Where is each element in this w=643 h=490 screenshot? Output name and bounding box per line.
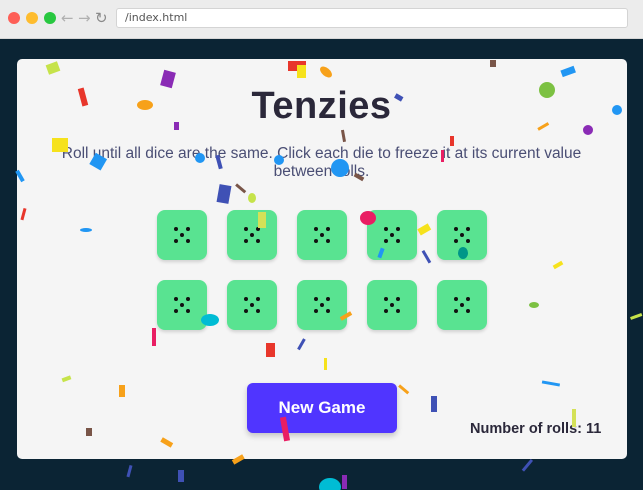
die[interactable] (157, 210, 207, 260)
new-game-button[interactable]: New Game (247, 383, 397, 433)
die-pip (174, 309, 178, 313)
die-pip (256, 239, 260, 243)
die-pip (390, 303, 394, 307)
die-pip (396, 239, 400, 243)
game-instructions: Roll until all dice are the same. Click … (61, 145, 582, 180)
die-pip (320, 303, 324, 307)
die-pip (186, 227, 190, 231)
confetti-piece (521, 458, 534, 472)
die[interactable] (367, 280, 417, 330)
die[interactable] (437, 280, 487, 330)
die-pip (466, 227, 470, 231)
die-pip (460, 303, 464, 307)
die-pip (384, 227, 388, 231)
die[interactable] (157, 280, 207, 330)
die-pip (256, 297, 260, 301)
die-pip (256, 309, 260, 313)
die[interactable] (227, 210, 277, 260)
die-pip (454, 309, 458, 313)
die-pip (244, 227, 248, 231)
die-pip (186, 309, 190, 313)
close-window-icon[interactable] (8, 12, 20, 24)
die-pip (390, 233, 394, 237)
die-pip (174, 297, 178, 301)
reload-icon[interactable]: ↻ (95, 9, 108, 27)
browser-toolbar: ← → ↻ /index.html (0, 0, 643, 39)
die-pip (384, 297, 388, 301)
address-bar[interactable]: /index.html (116, 8, 628, 28)
confetti-piece (630, 313, 643, 320)
die-pip (180, 233, 184, 237)
roll-counter: Number of rolls: 11 (470, 421, 602, 437)
confetti-piece (126, 464, 133, 478)
die-pip (314, 309, 318, 313)
die-pip (320, 233, 324, 237)
die-pip (326, 239, 330, 243)
game-title: Tenzies (251, 85, 392, 127)
die-pip (314, 227, 318, 231)
forward-arrow-icon[interactable]: → (78, 9, 91, 27)
die[interactable] (297, 280, 347, 330)
die[interactable] (297, 210, 347, 260)
die-pip (244, 239, 248, 243)
die-pip (256, 227, 260, 231)
die-pip (174, 227, 178, 231)
confetti-piece (342, 475, 347, 489)
die-pip (250, 233, 254, 237)
die-pip (186, 297, 190, 301)
die-pip (180, 303, 184, 307)
die[interactable] (227, 280, 277, 330)
die-pip (396, 297, 400, 301)
die-pip (466, 309, 470, 313)
dice-grid (157, 210, 487, 330)
die-pip (454, 239, 458, 243)
confetti-piece (319, 478, 341, 490)
die-pip (186, 239, 190, 243)
die[interactable] (367, 210, 417, 260)
maximize-window-icon[interactable] (44, 12, 56, 24)
die-pip (174, 239, 178, 243)
die[interactable] (437, 210, 487, 260)
die-pip (454, 227, 458, 231)
die-pip (314, 297, 318, 301)
die-pip (384, 309, 388, 313)
die-pip (244, 297, 248, 301)
die-pip (326, 297, 330, 301)
die-pip (396, 227, 400, 231)
back-arrow-icon[interactable]: ← (61, 9, 74, 27)
die-pip (244, 309, 248, 313)
die-pip (314, 239, 318, 243)
die-pip (466, 239, 470, 243)
minimize-window-icon[interactable] (26, 12, 38, 24)
die-pip (466, 297, 470, 301)
confetti-piece (178, 470, 184, 482)
die-pip (326, 309, 330, 313)
die-pip (396, 309, 400, 313)
die-pip (250, 303, 254, 307)
die-pip (460, 233, 464, 237)
die-pip (454, 297, 458, 301)
die-pip (326, 227, 330, 231)
die-pip (384, 239, 388, 243)
